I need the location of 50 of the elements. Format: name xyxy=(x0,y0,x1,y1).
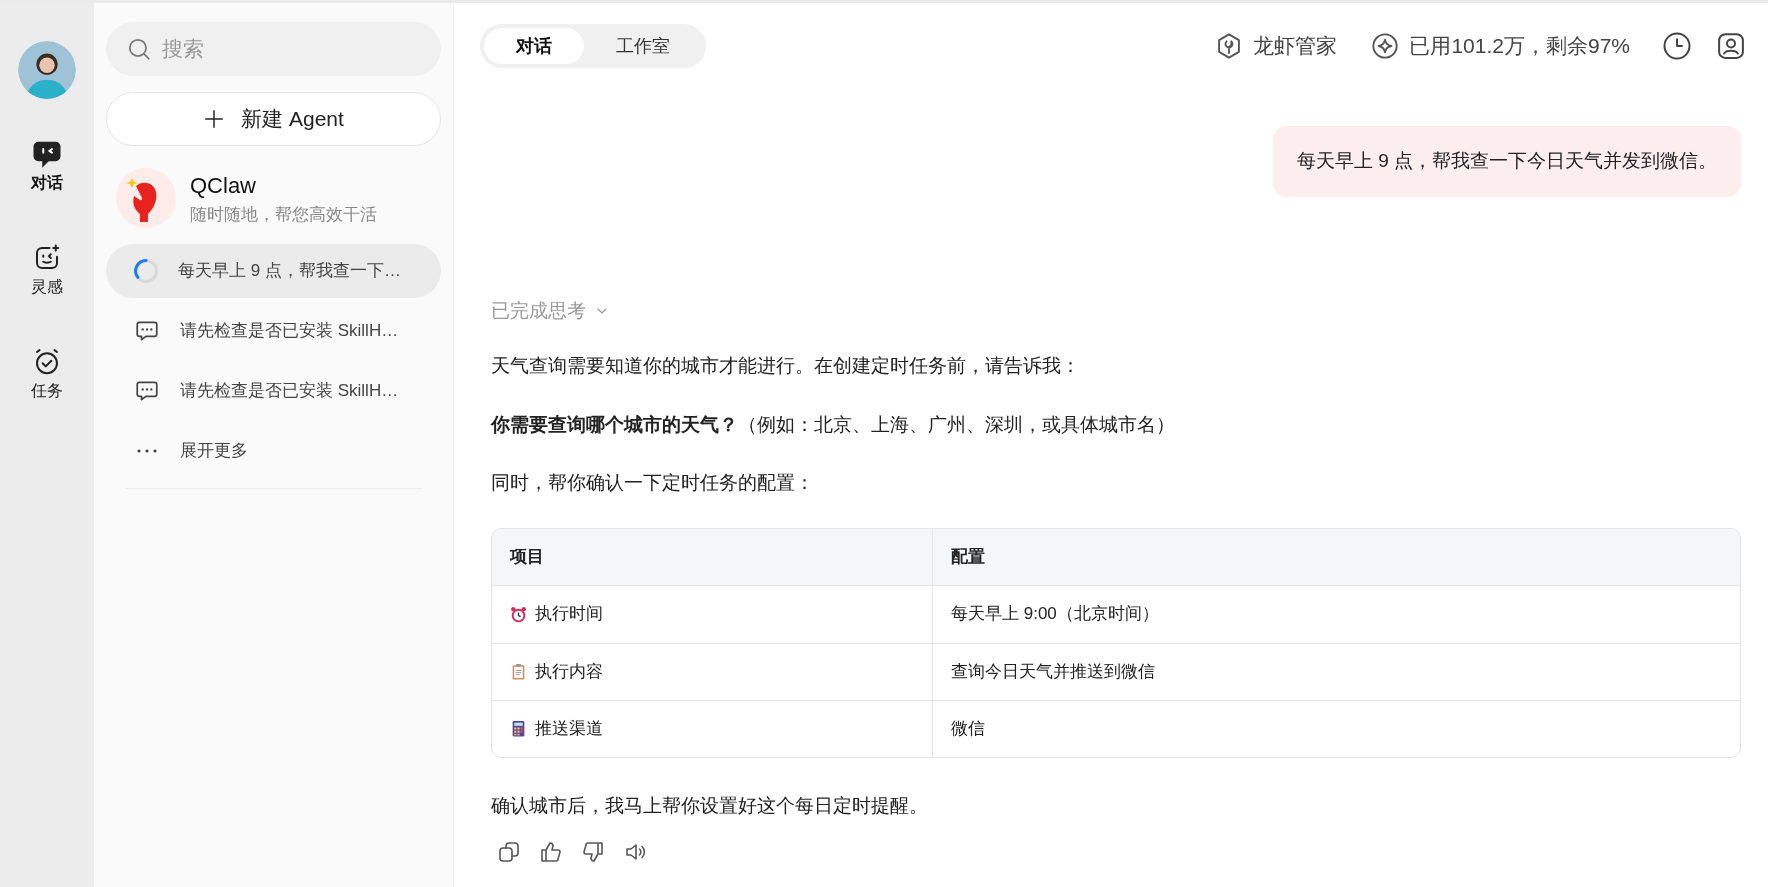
table-cell-text: 执行时间 xyxy=(535,603,603,626)
new-agent-button[interactable]: 新建 Agent xyxy=(106,92,441,146)
user-icon xyxy=(1716,31,1746,61)
plus-icon xyxy=(203,108,226,130)
user-message: 每天早上 9 点，帮我查一下今日天气并发到微信。 xyxy=(1272,126,1741,197)
more-dots-icon xyxy=(137,449,157,453)
nav-item[interactable]: 对话 xyxy=(15,137,79,197)
profile-button[interactable] xyxy=(1716,31,1746,61)
chat-dots-icon xyxy=(134,378,160,404)
reply-paragraph: 你需要查询哪个城市的天气？（例如：北京、上海、广州、深圳，或具体城市名） xyxy=(491,412,1176,437)
nav-item[interactable]: 灵感 xyxy=(15,241,79,301)
chat-dots-icon xyxy=(134,318,160,344)
thumbs-up-icon xyxy=(539,840,563,864)
copy-button[interactable] xyxy=(497,840,521,864)
table-cell-text: 推送渠道 xyxy=(535,717,603,740)
conversation-item[interactable]: 每天早上 9 点，帮我查一下… xyxy=(106,244,441,298)
conversation-item[interactable]: 请先检查是否已安装 SkillH… xyxy=(106,304,441,358)
nav-item[interactable]: 任务 xyxy=(15,345,79,405)
alarm-clock-icon xyxy=(510,605,527,623)
sparkle-circle-icon xyxy=(1371,32,1400,60)
column-header: 项目 xyxy=(510,545,544,568)
expand-more-item[interactable]: 展开更多 xyxy=(106,424,441,478)
assistant-link[interactable]: 龙虾管家 xyxy=(1215,30,1338,62)
table-cell-text: 每天早上 9:00（北京时间） xyxy=(951,603,1159,626)
search-field[interactable]: 搜索 xyxy=(106,22,441,76)
agent-name: QClaw xyxy=(190,171,257,200)
clock-icon xyxy=(1662,31,1692,61)
copy-icon xyxy=(497,840,521,864)
table-cell-text: 查询今日天气并推送到微信 xyxy=(951,660,1155,683)
table-cell-text: 执行内容 xyxy=(535,660,603,683)
reply-paragraph: 天气查询需要知道你的城市才能进行。在创建定时任务前，请告诉我： xyxy=(491,354,1081,378)
column-header: 配置 xyxy=(951,545,985,568)
thumbs-down-icon xyxy=(581,840,605,864)
clipboard-icon xyxy=(510,663,527,680)
history-button[interactable] xyxy=(1662,31,1692,61)
usage-indicator[interactable]: 已用101.2万，剩余97% xyxy=(1371,30,1630,62)
tab[interactable]: 工作室 xyxy=(584,28,702,64)
search-icon xyxy=(126,36,152,62)
claw-logo xyxy=(116,168,176,228)
like-button[interactable] xyxy=(539,840,563,864)
dislike-button[interactable] xyxy=(581,840,605,864)
table-cell-text: 微信 xyxy=(951,717,985,740)
conversation-item[interactable]: 请先检查是否已安装 SkillH… xyxy=(106,364,441,418)
tab[interactable]: 对话 xyxy=(484,28,584,64)
reply-paragraph: 确认城市后，我马上帮你设置好这个每日定时提醒。 xyxy=(491,793,929,818)
reply-paragraph: 同时，帮你确认一下定时任务的配置： xyxy=(491,471,815,495)
chat-bubble-icon xyxy=(32,139,62,169)
agent-tagline: 随时随地，帮您高效干活 xyxy=(190,203,377,226)
loading-spinner-icon xyxy=(134,259,158,283)
calculator-icon xyxy=(510,720,527,737)
